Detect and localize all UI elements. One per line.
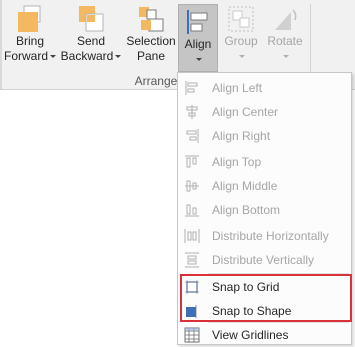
group-button[interactable]: Group: [220, 4, 262, 64]
align-right-icon: [184, 128, 200, 144]
distribute-horizontally-icon: [184, 228, 200, 244]
selection-pane-icon: [135, 4, 167, 34]
menu-item-align-right[interactable]: Align Right: [178, 124, 351, 148]
menu-item-align-top[interactable]: Align Top: [178, 150, 351, 174]
arrange-group-label: Arrange: [134, 74, 178, 88]
menu-item-align-left[interactable]: Align Left: [178, 76, 351, 100]
send-backward-button[interactable]: Send Backward: [60, 4, 122, 64]
chevron-down-icon: [196, 58, 202, 62]
menu-item-align-middle[interactable]: Align Middle: [178, 174, 351, 198]
menu-item-align-bottom[interactable]: Align Bottom: [178, 198, 351, 222]
group-label: Group: [224, 34, 258, 48]
bring-forward-label-2-wrap: Forward: [4, 49, 57, 64]
rotate-label: Rotate: [267, 34, 303, 48]
align-bottom-icon: [184, 202, 200, 218]
menu-item-distribute-vertically[interactable]: Distribute Vertically: [178, 248, 351, 272]
align-center-icon: [184, 104, 200, 120]
selection-pane-label-1: Selection: [126, 34, 176, 48]
bring-forward-label-2: Forward: [4, 49, 49, 63]
chevron-down-icon: [115, 55, 122, 59]
align-label: Align: [184, 37, 212, 51]
bring-forward-icon: [14, 4, 46, 34]
align-button[interactable]: Align: [178, 4, 218, 72]
rotate-icon: [269, 4, 301, 34]
chevron-down-icon: [283, 55, 289, 59]
group-icon: [225, 4, 257, 34]
bring-forward-label-1: Bring: [15, 34, 44, 48]
align-left-icon: [184, 80, 200, 96]
menu-item-label: Align Middle: [212, 179, 278, 193]
menu-item-label: Align Bottom: [212, 203, 281, 217]
chevron-down-icon: [239, 55, 245, 59]
send-backward-label-1: Send: [76, 34, 106, 48]
selection-pane-label-2: Pane: [136, 49, 166, 63]
menu-item-label: Align Right: [212, 129, 271, 143]
highlight-annotation: [180, 274, 352, 322]
ribbon-edge: [0, 0, 2, 90]
align-middle-icon: [184, 178, 200, 194]
menu-item-label: View Gridlines: [212, 328, 289, 342]
view-gridlines-icon: [184, 327, 200, 343]
send-backward-label-2: Backward: [60, 49, 114, 63]
menu-item-label: Distribute Horizontally: [212, 229, 329, 243]
menu-item-align-center[interactable]: Align Center: [178, 100, 351, 124]
menu-item-view-gridlines[interactable]: View Gridlines: [178, 323, 351, 347]
menu-item-distribute-horizontally[interactable]: Distribute Horizontally: [178, 224, 351, 248]
menu-item-label: Align Left: [212, 81, 263, 95]
distribute-vertically-icon: [184, 252, 200, 268]
send-backward-label-2-wrap: Backward: [60, 49, 122, 64]
menu-item-label: Align Center: [212, 105, 279, 119]
rotate-button[interactable]: Rotate: [263, 4, 307, 64]
menu-item-label: Align Top: [212, 155, 262, 169]
chevron-down-icon: [50, 55, 57, 59]
menu-item-label: Distribute Vertically: [212, 253, 315, 267]
send-backward-icon: [75, 4, 107, 34]
bring-forward-button[interactable]: Bring Forward: [4, 4, 57, 64]
group-caret-wrap: [220, 49, 262, 64]
align-dropdown-menu: Align Left Align Center Align Right Alig…: [177, 72, 352, 345]
align-top-icon: [184, 154, 200, 170]
selection-pane-button[interactable]: Selection Pane: [124, 4, 178, 64]
align-caret-wrap: [179, 52, 217, 67]
rotate-caret-wrap: [263, 49, 307, 64]
align-icon: [182, 7, 214, 37]
